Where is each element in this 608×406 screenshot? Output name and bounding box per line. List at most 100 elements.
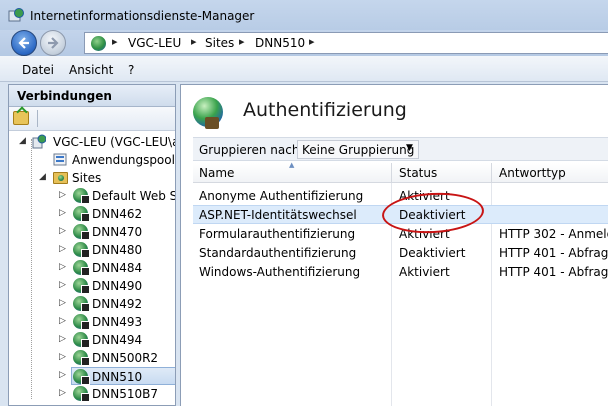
tree-item-default-web-site[interactable]: ▷ Default Web Sit — [9, 187, 175, 205]
sites-folder-icon — [53, 172, 68, 184]
breadcrumb-site[interactable]: DNN510 — [255, 36, 305, 50]
breadcrumb-sites[interactable]: Sites — [205, 36, 234, 50]
tree-item-dnn494[interactable]: ▷ DNN494 — [9, 331, 175, 349]
tree-item-dnn462[interactable]: ▷ DNN462 — [9, 205, 175, 223]
cell-response-type: HTTP 401 - Abfrage — [499, 246, 608, 260]
arrow-right-icon — [48, 37, 59, 49]
feature-pane: Authentifizierung Gruppieren nach: Keine… — [180, 84, 608, 406]
breadcrumb-separator-icon[interactable]: ▸ — [239, 35, 245, 48]
tree-item-label: DNN510 — [92, 370, 143, 384]
tree-item-label: Anwendungspools — [72, 153, 176, 167]
expanded-icon[interactable]: ◢ — [19, 136, 27, 146]
window-title: Internetinformationsdienste-Manager — [30, 9, 255, 23]
title-bar: Internetinformationsdienste-Manager — [0, 0, 608, 30]
website-icon — [73, 188, 90, 204]
table-header: ▲ Name Status Antworttyp — [193, 161, 608, 183]
tree-item-dnn470[interactable]: ▷ DNN470 — [9, 223, 175, 241]
table-row[interactable]: Windows-Authentifizierung Aktiviert HTTP… — [193, 262, 608, 281]
forward-button[interactable] — [40, 30, 66, 56]
tree-item-dnn492[interactable]: ▷ DNN492 — [9, 295, 175, 313]
website-icon — [73, 332, 90, 348]
tree-item-label: DNN510B7 — [92, 387, 158, 401]
website-icon — [73, 386, 90, 402]
connect-icon[interactable] — [13, 111, 29, 125]
sort-ascending-icon: ▲ — [289, 161, 295, 169]
collapsed-icon[interactable]: ▷ — [59, 244, 67, 254]
collapsed-icon[interactable]: ▷ — [59, 280, 67, 290]
group-by-select[interactable]: Keine Gruppierung ▼ — [297, 140, 419, 159]
tree-item-label: DNN484 — [92, 261, 143, 275]
tree-item-label: DNN493 — [92, 315, 143, 329]
website-icon — [73, 296, 90, 312]
website-icon — [73, 278, 90, 294]
connections-title: Verbindungen — [17, 89, 112, 103]
page-title: Authentifizierung — [243, 99, 407, 121]
cell-status: Deaktiviert — [399, 246, 466, 260]
tree-item-dnn493[interactable]: ▷ DNN493 — [9, 313, 175, 331]
menu-datei[interactable]: Datei — [22, 63, 54, 77]
tree-item-label: Sites — [72, 171, 102, 185]
collapsed-icon[interactable]: ▷ — [59, 262, 67, 272]
connections-header: Verbindungen — [9, 85, 175, 107]
website-icon — [73, 206, 90, 222]
column-separator[interactable] — [491, 163, 492, 183]
tree-item-dnn510[interactable]: DNN510 — [71, 367, 175, 385]
table-row[interactable]: Standardauthentifizierung Deaktiviert HT… — [193, 243, 608, 262]
toolbar-separator — [37, 110, 38, 127]
group-by-label: Gruppieren nach: — [199, 143, 304, 157]
collapsed-icon[interactable]: ▷ — [59, 316, 67, 326]
website-icon — [73, 369, 90, 385]
collapsed-icon[interactable]: ▷ — [59, 388, 67, 398]
cell-name: Formularauthentifizierung — [199, 227, 356, 241]
cell-response-type: HTTP 401 - Abfrage — [499, 265, 608, 279]
breadcrumb-server[interactable]: VGC-LEU — [128, 36, 181, 50]
tree-item-dnn510b7[interactable]: ▷ DNN510B7 — [9, 385, 175, 403]
breadcrumb-separator-icon[interactable]: ▸ — [191, 35, 197, 48]
collapsed-icon[interactable]: ▷ — [59, 352, 67, 362]
collapsed-icon[interactable]: ▷ — [59, 334, 67, 344]
website-icon — [73, 314, 90, 330]
collapsed-icon[interactable]: ▷ — [59, 190, 67, 200]
navigation-bar: ▸ VGC-LEU ▸ Sites ▸ DNN510 ▸ — [0, 30, 608, 56]
dropdown-arrow-icon[interactable]: ▼ — [406, 143, 413, 153]
tree-item-label: DNN490 — [92, 279, 143, 293]
address-bar[interactable]: ▸ VGC-LEU ▸ Sites ▸ DNN510 ▸ — [84, 32, 608, 54]
tree-item-app-pools[interactable]: Anwendungspools — [9, 151, 176, 169]
column-header-status[interactable]: Status — [399, 166, 437, 180]
menu-help[interactable]: ? — [128, 63, 134, 77]
iis-manager-icon — [8, 8, 24, 22]
collapsed-icon[interactable]: ▷ — [59, 370, 67, 380]
tree-item-dnn480[interactable]: ▷ DNN480 — [9, 241, 175, 259]
tree-item-dnn484[interactable]: ▷ DNN484 — [9, 259, 175, 277]
tree-item-label: DNN500R2 — [92, 351, 159, 365]
collapsed-icon[interactable]: ▷ — [59, 226, 67, 236]
breadcrumb-separator-icon[interactable]: ▸ — [309, 35, 315, 48]
menu-bar: Datei Ansicht ? — [0, 56, 608, 82]
breadcrumb-separator-icon[interactable]: ▸ — [112, 35, 118, 48]
website-icon — [73, 260, 90, 276]
website-icon — [73, 224, 90, 240]
menu-ansicht[interactable]: Ansicht — [69, 63, 113, 77]
cell-name: ASP.NET-Identitätswechsel — [199, 208, 357, 222]
tree-item-label: DNN494 — [92, 333, 143, 347]
tree-item-label: VGC-LEU (VGC-LEU\ac — [53, 135, 176, 149]
column-header-response-type[interactable]: Antworttyp — [499, 166, 566, 180]
collapsed-icon[interactable]: ▷ — [59, 298, 67, 308]
cell-name: Windows-Authentifizierung — [199, 265, 361, 279]
website-icon — [73, 242, 90, 258]
tree-item-sites[interactable]: ◢ Sites — [9, 169, 175, 187]
globe-icon — [91, 36, 106, 51]
connections-toolbar — [9, 107, 175, 131]
tree-item-dnn490[interactable]: ▷ DNN490 — [9, 277, 175, 295]
app-pool-icon — [53, 153, 67, 166]
arrow-left-icon — [18, 37, 29, 49]
column-separator[interactable] — [391, 163, 392, 183]
column-header-name[interactable]: Name — [199, 166, 234, 180]
collapsed-icon[interactable]: ▷ — [59, 208, 67, 218]
expanded-icon[interactable]: ◢ — [39, 172, 47, 182]
server-icon — [32, 134, 46, 149]
tree-item-dnn500r2[interactable]: ▷ DNN500R2 — [9, 349, 175, 367]
tree-item-server[interactable]: ◢ VGC-LEU (VGC-LEU\ac — [9, 133, 176, 151]
tree-item-label: DNN462 — [92, 207, 143, 221]
back-button[interactable] — [11, 30, 37, 56]
